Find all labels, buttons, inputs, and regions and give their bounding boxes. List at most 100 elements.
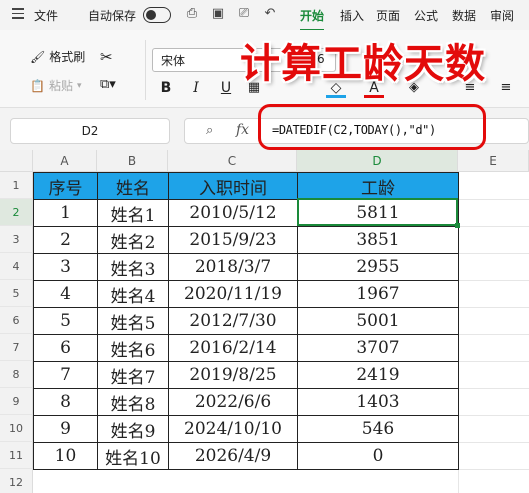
zoom-icon[interactable]: ⌕ [206,123,213,138]
table-cell[interactable]: 1967 [297,280,459,308]
table-cell[interactable]: 2022/6/6 [168,388,298,416]
save-icon[interactable]: ▣ [210,6,226,22]
tab-insert[interactable]: 插入 [340,7,364,24]
undo-icon[interactable]: ↶ [262,6,278,22]
table-cell[interactable]: 2012/7/30 [168,307,298,335]
autosave-toggle[interactable] [143,7,171,23]
table-cell[interactable]: 4 [33,280,98,308]
table-cell[interactable]: 2019/8/25 [168,361,298,389]
underline-button[interactable]: U [216,78,236,98]
table-cell[interactable]: 姓名5 [97,307,169,335]
cloud-save-icon[interactable]: ⎙ [184,6,200,22]
data-table: 序号 姓名 入职时间 工龄 1 姓名1 2010/5/12 5811 2 姓名2 2015/9/23… [33,172,459,470]
table-cell[interactable]: 5811 [297,199,459,227]
row-header-5[interactable]: 5 [0,280,33,307]
table-cell[interactable]: 姓名10 [97,442,169,470]
menu-icon[interactable] [12,8,24,20]
header-cell[interactable]: 入职时间 [168,172,298,200]
column-header-a[interactable]: A [33,150,97,172]
row-header-8[interactable]: 8 [0,361,33,388]
table-cell[interactable]: 2026/4/9 [168,442,298,470]
table-row: 10 姓名10 2026/4/9 0 [33,442,459,470]
row-header-12[interactable]: 12 [0,469,33,493]
table-cell[interactable]: 3851 [297,226,459,254]
table-cell[interactable]: 2016/2/14 [168,334,298,362]
table-cell[interactable]: 3 [33,253,98,281]
file-menu[interactable]: 文件 [34,7,58,24]
table-cell[interactable]: 5001 [297,307,459,335]
row-header-2[interactable]: 2 [0,199,33,226]
table-cell[interactable]: 姓名6 [97,334,169,362]
cut-icon[interactable]: ✂ [100,48,113,66]
tab-page[interactable]: 页面 [376,7,400,24]
table-cell[interactable]: 姓名1 [97,199,169,227]
spreadsheet-grid[interactable]: A B C D E 1 2 3 4 5 6 7 8 9 10 11 12 序号 姓名 入职时间 工龄 1 姓名1… [0,150,529,493]
autosave-label: 自动保存 [88,9,137,23]
table-row: 9 姓名9 2024/10/10 546 [33,415,459,443]
row-header-7[interactable]: 7 [0,334,33,361]
ribbon-divider [145,40,146,100]
table-cell[interactable]: 2010/5/12 [168,199,298,227]
italic-button[interactable]: I [186,78,206,98]
table-cell[interactable]: 10 [33,442,98,470]
fx-icon[interactable]: fx [236,122,249,138]
tab-formula[interactable]: 公式 [414,7,438,24]
table-cell[interactable]: 2020/11/19 [168,280,298,308]
name-box[interactable]: D2 [10,118,170,144]
brush-icon: 🖌 [30,49,46,64]
table-cell[interactable]: 3707 [297,334,459,362]
row-header-11[interactable]: 11 [0,442,33,469]
header-cell[interactable]: 工龄 [297,172,459,200]
tab-data[interactable]: 数据 [452,7,476,24]
table-row: 5 姓名5 2012/7/30 5001 [33,307,459,335]
paste-icon: 📋 [30,78,45,93]
table-cell[interactable]: 2015/9/23 [168,226,298,254]
column-header-d[interactable]: D [297,150,458,172]
header-cell[interactable]: 序号 [33,172,98,200]
row-header-10[interactable]: 10 [0,415,33,442]
format-painter-label: 格式刷 [49,50,86,64]
table-cell[interactable]: 546 [297,415,459,443]
copy-icon[interactable]: ⧉▾ [100,77,116,92]
table-cell[interactable]: 姓名3 [97,253,169,281]
paste-button[interactable]: 📋 粘贴 ▾ [30,77,82,94]
table-cell[interactable]: 8 [33,388,98,416]
row-header-1[interactable]: 1 [0,172,33,199]
table-cell[interactable]: 2955 [297,253,459,281]
table-cell[interactable]: 2024/10/10 [168,415,298,443]
table-cell[interactable]: 9 [33,415,98,443]
column-header-b[interactable]: B [97,150,168,172]
header-cell[interactable]: 姓名 [97,172,169,200]
formula-highlight-box [258,104,486,150]
table-cell[interactable]: 1 [33,199,98,227]
table-cell[interactable]: 0 [297,442,459,470]
table-row: 3 姓名3 2018/3/7 2955 [33,253,459,281]
table-cell[interactable]: 2018/3/7 [168,253,298,281]
table-cell[interactable]: 姓名4 [97,280,169,308]
fill-color-swatch [326,95,346,98]
table-cell[interactable]: 姓名8 [97,388,169,416]
row-header-6[interactable]: 6 [0,307,33,334]
table-cell[interactable]: 2419 [297,361,459,389]
row-header-4[interactable]: 4 [0,253,33,280]
select-all-corner[interactable] [0,150,33,172]
table-cell[interactable]: 5 [33,307,98,335]
table-cell[interactable]: 姓名7 [97,361,169,389]
format-painter-button[interactable]: 🖌 格式刷 [30,48,85,65]
tab-review[interactable]: 审阅 [490,7,514,24]
table-cell[interactable]: 1403 [297,388,459,416]
table-cell[interactable]: 7 [33,361,98,389]
column-header-e[interactable]: E [458,150,529,172]
table-cell[interactable]: 2 [33,226,98,254]
print-icon[interactable]: ⎚ [236,6,252,22]
row-header-3[interactable]: 3 [0,226,33,253]
tab-home[interactable]: 开始 [300,7,325,31]
bold-button[interactable]: B [156,78,176,98]
table-cell[interactable]: 姓名2 [97,226,169,254]
row-header-9[interactable]: 9 [0,388,33,415]
column-header-c[interactable]: C [168,150,297,172]
table-cell[interactable]: 6 [33,334,98,362]
table-cell[interactable]: 姓名9 [97,415,169,443]
align-center-icon[interactable]: ≡ [496,78,516,98]
banner-title: 计算工龄天数 [240,41,486,87]
